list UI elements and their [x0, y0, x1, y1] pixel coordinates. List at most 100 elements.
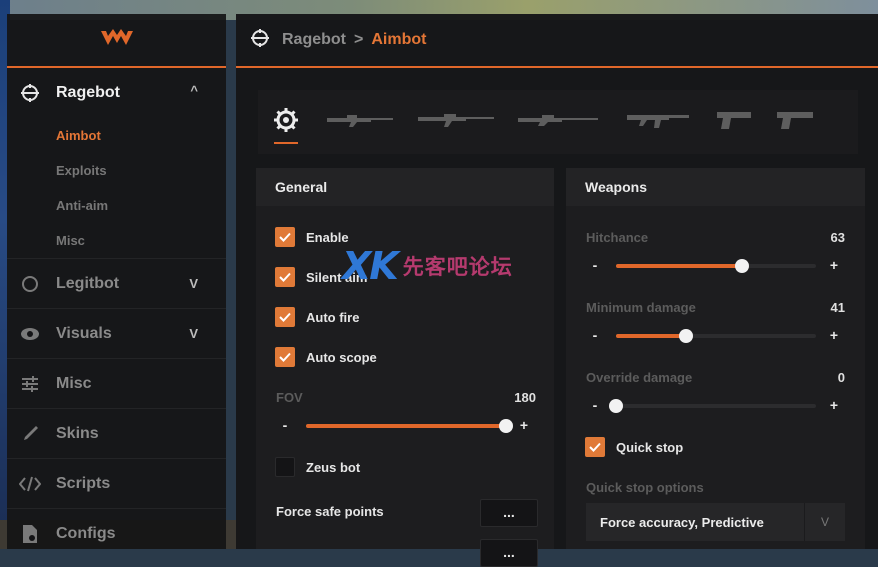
enable-checkbox[interactable] — [275, 227, 295, 247]
force-body-aim-button[interactable]: ... — [480, 539, 538, 567]
fov-slider-handle[interactable] — [499, 419, 513, 433]
override-damage-value: 0 — [837, 370, 845, 385]
override-damage-label: Override damage — [586, 370, 693, 385]
quick-stop-checkbox-row[interactable]: Quick stop — [585, 437, 683, 457]
fov-slider[interactable] — [306, 419, 513, 433]
quick-stop-label: Quick stop — [616, 439, 684, 455]
breadcrumb-current: Aimbot — [371, 31, 427, 48]
crosshair-icon — [19, 82, 41, 104]
minimum-damage-increment-button[interactable]: + — [828, 327, 840, 343]
fov-increment-button[interactable]: + — [518, 417, 530, 433]
sliders-icon — [19, 373, 41, 395]
crosshair-icon — [250, 28, 270, 53]
sidebar-item-label: Skins — [56, 424, 99, 442]
auto-fire-label: Auto fire — [306, 309, 360, 325]
tab-scout[interactable] — [506, 90, 610, 154]
nav-section-ragebot: Ragebot ^ Aimbot Exploits Anti-aim Misc — [7, 68, 226, 259]
logo-row — [7, 14, 226, 68]
quick-stop-options-select[interactable]: Force accuracy, Predictive V — [586, 503, 845, 541]
auto-scope-checkbox[interactable] — [275, 347, 295, 367]
chevron-down-icon[interactable]: V — [804, 503, 845, 541]
scout-icon — [518, 113, 598, 132]
auto-scope-checkbox-row[interactable]: Auto scope — [275, 347, 377, 367]
sidebar-subitem-exploits[interactable]: Exploits — [7, 153, 226, 188]
minimum-damage-slider[interactable] — [616, 329, 816, 343]
hitchance-slider-handle[interactable] — [735, 259, 749, 273]
brush-icon — [19, 423, 41, 445]
hitchance-increment-button[interactable]: + — [828, 257, 840, 273]
eye-icon — [19, 323, 41, 345]
minimum-damage-label: Minimum damage — [586, 300, 696, 315]
auto-sniper-icon — [327, 112, 393, 133]
override-damage-slider[interactable] — [609, 399, 816, 413]
hitchance-slider-fill — [616, 264, 742, 268]
sidebar-item-visuals[interactable]: Visuals V — [7, 309, 226, 359]
override-damage-slider-handle[interactable] — [609, 399, 623, 413]
rifle-icon — [627, 111, 689, 134]
enable-label: Enable — [306, 229, 349, 245]
sidebar-item-label: Scripts — [56, 474, 111, 492]
hitchance-label: Hitchance — [586, 230, 649, 245]
pistol-icon — [717, 110, 751, 135]
override-damage-decrement-button[interactable]: - — [589, 397, 601, 413]
minimum-damage-slider-fill — [616, 334, 686, 338]
zeus-bot-label: Zeus bot — [306, 459, 361, 475]
hitchance-slider[interactable] — [616, 259, 816, 273]
enable-checkbox-row[interactable]: Enable — [275, 227, 349, 247]
sidebar-subitem-misc[interactable]: Misc — [7, 223, 226, 259]
chevron-down-icon[interactable]: V — [189, 326, 198, 341]
sidebar-item-label: Visuals — [56, 324, 112, 342]
watermark-logo: XK — [342, 244, 399, 288]
hitchance-value: 63 — [830, 230, 845, 245]
code-icon — [19, 473, 41, 495]
tab-auto-sniper[interactable] — [314, 90, 406, 154]
file-gear-icon — [19, 523, 41, 545]
fov-decrement-button[interactable]: - — [279, 417, 291, 433]
target-icon — [19, 273, 41, 295]
chevron-down-icon[interactable]: V — [189, 276, 198, 291]
force-safe-points-button[interactable]: ... — [480, 499, 538, 527]
auto-fire-checkbox-row[interactable]: Auto fire — [275, 307, 359, 327]
minimum-damage-slider-handle[interactable] — [679, 329, 693, 343]
sidebar-subitem-aimbot[interactable]: Aimbot — [7, 118, 226, 153]
sidebar-item-scripts[interactable]: Scripts — [7, 459, 226, 509]
quick-stop-checkbox[interactable] — [585, 437, 605, 457]
override-damage-increment-button[interactable]: + — [828, 397, 840, 413]
tab-general[interactable] — [258, 90, 314, 154]
sidebar-item-label: Misc — [56, 374, 92, 392]
silent-aim-checkbox[interactable] — [275, 267, 295, 287]
chevron-up-icon[interactable]: ^ — [190, 83, 198, 98]
w-logo-icon — [99, 27, 135, 54]
weapons-card-title: Weapons — [566, 168, 865, 206]
quick-stop-options-label: Quick stop options — [586, 480, 704, 495]
forum-watermark: XK 先客吧论坛 — [342, 244, 513, 288]
watermark-text: 先客吧论坛 — [402, 255, 513, 279]
weapons-card: Weapons Hitchance 63 - + Minimum damage … — [566, 168, 865, 549]
sidebar-item-ragebot[interactable]: Ragebot ^ — [7, 68, 226, 118]
tab-heavy-pistol[interactable] — [762, 90, 828, 154]
tab-awp[interactable] — [406, 90, 506, 154]
sidebar: Ragebot ^ Aimbot Exploits Anti-aim Misc … — [7, 14, 226, 549]
quick-stop-options-value: Force accuracy, Predictive — [600, 514, 764, 530]
sidebar-item-skins[interactable]: Skins — [7, 409, 226, 459]
sidebar-subitem-anti-aim[interactable]: Anti-aim — [7, 188, 226, 223]
tab-rifle[interactable] — [610, 90, 706, 154]
sidebar-item-misc[interactable]: Misc — [7, 359, 226, 409]
auto-fire-checkbox[interactable] — [275, 307, 295, 327]
hitchance-decrement-button[interactable]: - — [589, 257, 601, 273]
general-card-title: General — [256, 168, 554, 206]
fov-value: 180 — [514, 390, 536, 405]
sidebar-item-legitbot[interactable]: Legitbot V — [7, 259, 226, 309]
general-card: General Enable Silent aim Auto fire Auto… — [256, 168, 554, 567]
awp-icon — [418, 112, 494, 133]
zeus-bot-checkbox-row[interactable]: Zeus bot — [275, 457, 360, 477]
sidebar-item-configs[interactable]: Configs — [7, 509, 226, 559]
breadcrumb-root[interactable]: Ragebot — [282, 31, 346, 49]
breadcrumb-separator: > — [354, 31, 364, 48]
gear-icon — [273, 107, 299, 138]
minimum-damage-decrement-button[interactable]: - — [589, 327, 601, 343]
heavy-pistol-icon — [777, 110, 813, 135]
zeus-bot-checkbox[interactable] — [275, 457, 295, 477]
main-panel: Ragebot > Aimbot General Enable Silent a… — [236, 14, 878, 567]
tab-pistol[interactable] — [706, 90, 762, 154]
